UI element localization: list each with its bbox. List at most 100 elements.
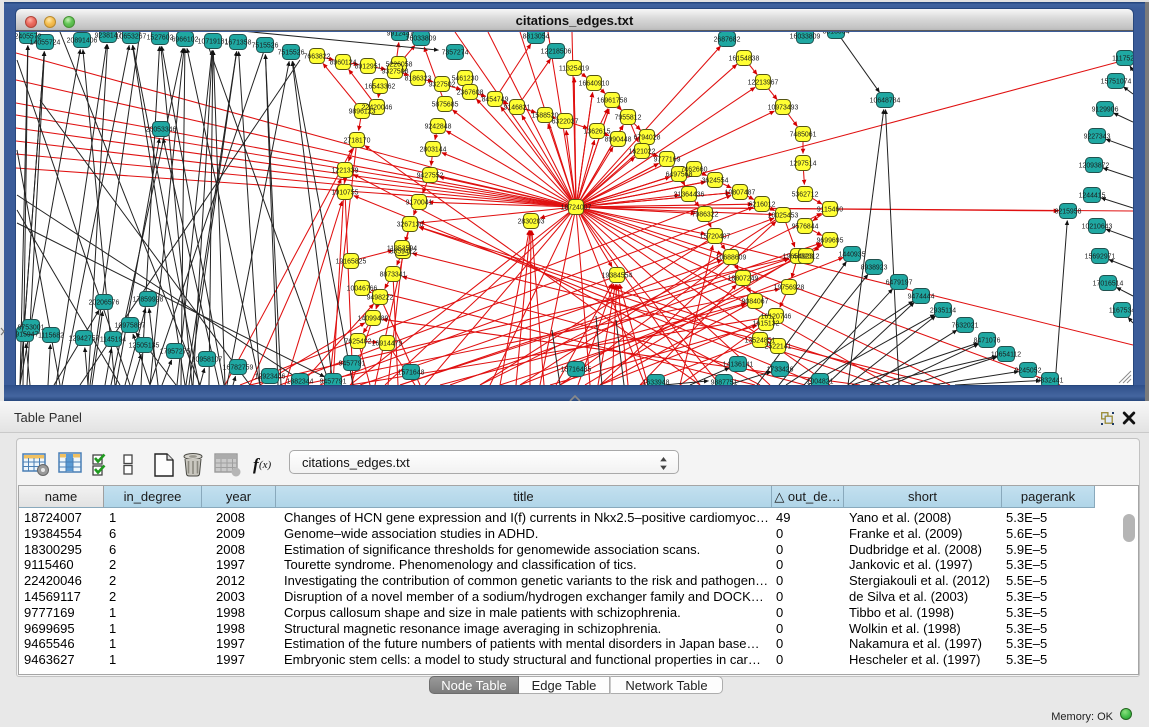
svg-text:3624554: 3624554	[702, 178, 729, 185]
svg-text:7357274: 7357274	[442, 50, 469, 57]
svg-text:6479197: 6479197	[886, 280, 913, 287]
svg-text:7625402: 7625402	[345, 339, 372, 346]
svg-text:19165825: 19165825	[336, 259, 367, 266]
svg-text:5461230: 5461230	[452, 76, 479, 83]
svg-text:19384554: 19384554	[602, 273, 633, 280]
svg-text:11325419: 11325419	[559, 66, 589, 73]
svg-text:8471076: 8471076	[974, 338, 1001, 345]
svg-text:2687682: 2687682	[714, 37, 741, 44]
svg-text:8215958: 8215958	[1055, 209, 1082, 216]
svg-text:7515526: 7515526	[252, 43, 279, 50]
svg-text:9457791: 9457791	[320, 379, 347, 386]
svg-text:8960124: 8960124	[330, 60, 357, 67]
svg-text:15692971: 15692971	[1085, 254, 1116, 261]
svg-text:8454749: 8454749	[482, 97, 509, 104]
svg-text:18724007: 18724007	[561, 205, 592, 212]
svg-text:10648784: 10648784	[870, 98, 901, 105]
svg-text:2367608: 2367608	[457, 90, 484, 97]
svg-text:9115460: 9115460	[817, 207, 843, 214]
svg-text:15751074: 15751074	[1101, 79, 1132, 86]
svg-text:2803144: 2803144	[420, 147, 447, 154]
svg-text:8990448: 8990448	[605, 137, 632, 144]
svg-text:2718170: 2718170	[344, 138, 371, 145]
svg-text:1244415: 1244415	[1079, 193, 1106, 200]
svg-text:18807249: 18807249	[728, 276, 759, 283]
svg-text:6794028: 6794028	[634, 135, 661, 142]
svg-text:1362615: 1362615	[584, 129, 611, 136]
svg-text:1117520: 1117520	[1112, 56, 1133, 63]
svg-text:10046766: 10046766	[347, 286, 378, 293]
svg-text:10210643: 10210643	[1082, 224, 1113, 231]
svg-text:1615132: 1615132	[753, 321, 780, 328]
svg-text:4492312: 4492312	[793, 254, 820, 261]
svg-text:16120746: 16120746	[761, 314, 792, 321]
svg-text:8873341: 8873341	[380, 272, 407, 279]
svg-text:21364436: 21364436	[674, 192, 705, 199]
svg-text:1115682: 1115682	[38, 333, 64, 340]
svg-text:9457791: 9457791	[339, 361, 366, 368]
svg-text:15716485: 15716485	[561, 367, 592, 374]
svg-text:16640910: 16640910	[579, 81, 610, 88]
svg-text:1633948: 1633948	[643, 380, 670, 386]
svg-text:9887751: 9887751	[711, 380, 738, 386]
svg-text:10653267: 10653267	[116, 34, 147, 41]
svg-text:8912951: 8912951	[355, 64, 382, 71]
svg-text:(x): (x)	[259, 459, 272, 471]
svg-text:16033809: 16033809	[790, 34, 821, 41]
svg-text:1621022: 1621022	[629, 149, 656, 156]
svg-text:12213967: 12213967	[748, 80, 779, 87]
svg-text:16154838: 16154838	[729, 56, 760, 63]
svg-text:9699695: 9699695	[817, 238, 844, 245]
svg-text:20053346: 20053346	[146, 127, 177, 134]
svg-text:2935114: 2935114	[930, 308, 956, 315]
svg-text:14099489: 14099489	[358, 316, 389, 323]
svg-text:17957275: 17957275	[160, 349, 191, 356]
svg-text:8938923: 8938923	[861, 265, 888, 272]
svg-text:7515526: 7515526	[278, 50, 305, 57]
svg-text:7632021: 7632021	[952, 323, 979, 330]
svg-text:10958107: 10958107	[192, 357, 223, 364]
svg-text:1004821: 1004821	[807, 379, 834, 386]
svg-text:11353594: 11353594	[387, 246, 417, 253]
svg-text:16914479: 16914479	[372, 341, 403, 348]
svg-text:10973493: 10973493	[768, 105, 799, 112]
svg-text:16543362: 16543362	[365, 84, 396, 91]
svg-text:5875685: 5875685	[432, 102, 459, 109]
svg-text:9753001: 9753001	[18, 325, 45, 332]
svg-text:9146821: 9146821	[504, 105, 531, 112]
svg-text:9129906: 9129906	[1092, 107, 1119, 114]
svg-text:1221339: 1221339	[332, 168, 359, 175]
svg-text:2522141: 2522141	[765, 344, 792, 351]
svg-text:9576844: 9576844	[792, 224, 819, 231]
svg-text:17016514: 17016514	[1093, 281, 1124, 288]
svg-text:12942757: 12942757	[69, 336, 100, 343]
svg-text:8813054: 8813054	[523, 34, 550, 41]
svg-text:14055724: 14055724	[30, 40, 61, 47]
svg-text:16033809: 16033809	[406, 36, 437, 43]
svg-text:1527602: 1527602	[147, 35, 174, 42]
svg-text:1297514: 1297514	[790, 161, 817, 168]
svg-text:8186323: 8186323	[405, 76, 432, 83]
svg-text:9084067: 9084067	[742, 299, 769, 306]
svg-text:9427552: 9427552	[417, 173, 444, 180]
svg-text:5362712: 5362712	[792, 192, 819, 199]
svg-text:14136141: 14136141	[723, 362, 754, 369]
svg-text:20206576: 20206576	[89, 300, 120, 307]
svg-text:5226058: 5226058	[386, 62, 413, 69]
svg-text:7485061: 7485061	[790, 132, 817, 139]
svg-text:1571648: 1571648	[398, 370, 425, 377]
svg-text:7986322: 7986322	[692, 212, 719, 219]
svg-text:9227343: 9227343	[1084, 134, 1111, 141]
svg-text:17859928: 17859928	[133, 297, 164, 304]
svg-text:1440935: 1440935	[839, 252, 866, 259]
svg-text:6322037: 6322037	[552, 119, 579, 126]
svg-text:1167534: 1167534	[1109, 308, 1133, 315]
svg-text:9896123: 9896123	[349, 109, 376, 116]
svg-text:7462660: 7462660	[681, 167, 708, 174]
svg-text:12093872: 12093872	[1079, 163, 1110, 170]
svg-text:12218506: 12218506	[541, 49, 572, 56]
svg-text:10654112: 10654112	[991, 352, 1021, 359]
svg-text:6216012: 6216012	[749, 202, 776, 209]
svg-text:1733426: 1733426	[767, 367, 794, 374]
svg-text:10025453: 10025453	[768, 213, 799, 220]
